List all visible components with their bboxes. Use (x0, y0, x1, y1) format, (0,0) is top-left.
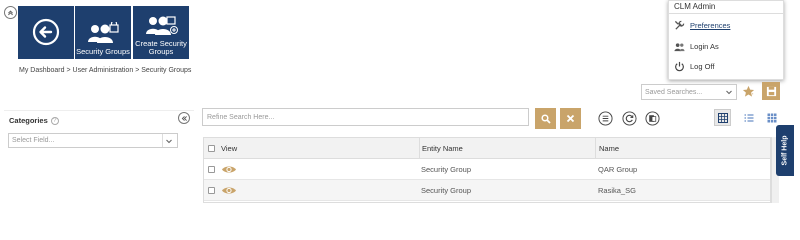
back-arrow-icon (32, 18, 60, 45)
tile-view-icon (767, 113, 776, 122)
export-button[interactable] (645, 111, 660, 126)
select-separator (162, 134, 163, 147)
collapse-up-icon[interactable] (4, 6, 17, 19)
cell-name: Rasika_SG (598, 185, 636, 195)
security-groups-tile-label: Security Groups (76, 47, 130, 56)
refine-search-input[interactable]: Refine Search Here... (202, 108, 529, 126)
save-search-button[interactable] (762, 82, 780, 100)
panel-divider (4, 110, 194, 111)
breadcrumb-security-groups: Security Groups (141, 67, 192, 74)
chevron-down-icon (726, 90, 732, 95)
users-icon (674, 41, 685, 52)
column-header-view[interactable]: View (221, 138, 237, 158)
star-icon (742, 85, 755, 97)
category-select-placeholder: Select Field... (12, 137, 55, 144)
grid-view-icon (717, 112, 728, 123)
row-checkbox[interactable] (208, 159, 215, 179)
eye-icon[interactable] (221, 159, 237, 179)
select-all-checkbox[interactable] (208, 138, 215, 158)
group-lock-add-icon (146, 16, 178, 35)
category-field-select[interactable]: Select Field... (8, 133, 178, 148)
menu-item-preferences[interactable]: Preferences (674, 20, 730, 31)
create-security-groups-tile[interactable]: Create Security Groups (133, 6, 189, 59)
refresh-circle-icon (622, 111, 637, 126)
tile-view-button[interactable] (763, 109, 780, 126)
list-circle-icon (598, 111, 613, 126)
menu-item-login-as[interactable]: Login As (674, 41, 719, 52)
security-groups-table: View Entity Name Name Security Group QAR… (203, 137, 771, 203)
categories-title: Categories (9, 116, 48, 125)
breadcrumb: My Dashboard > User Administration > Sec… (19, 67, 191, 74)
chevron-down-icon (166, 139, 172, 144)
menu-item-label: Preferences (690, 21, 731, 30)
table-header-row: View Entity Name Name (204, 138, 770, 159)
group-lock-icon (88, 22, 119, 43)
eye-icon[interactable] (221, 180, 237, 200)
tools-icon (674, 20, 685, 31)
list-view-icon (744, 113, 753, 122)
cell-entity-name: Security Group (421, 164, 472, 174)
menu-item-log-off[interactable]: Log Off (674, 61, 714, 72)
save-icon (766, 86, 776, 96)
menu-item-label: Login As (690, 42, 719, 51)
self-help-label: Self Help (781, 135, 789, 166)
clear-search-button[interactable] (560, 108, 581, 129)
column-header-entity-name[interactable]: Entity Name (419, 138, 463, 158)
self-help-tab[interactable]: Self Help (776, 125, 794, 176)
collapse-left-icon[interactable] (178, 112, 190, 124)
favorite-search-button[interactable] (741, 84, 756, 99)
help-icon[interactable]: ? (50, 116, 59, 125)
table-row[interactable]: Security Group QAR Group (204, 159, 770, 180)
cell-entity-name: Security Group (421, 185, 472, 195)
grid-view-button[interactable] (714, 109, 731, 126)
admin-menu-title[interactable]: CLM Admin (674, 2, 715, 11)
admin-menu: CLM Admin Preferences Login As Log Off (668, 0, 784, 80)
create-security-groups-tile-label: Create Security Groups (135, 39, 187, 56)
breadcrumb-user-administration[interactable]: User Administration (73, 67, 134, 74)
security-groups-tile[interactable]: Security Groups (75, 6, 131, 59)
breadcrumb-separator: > (66, 67, 71, 74)
search-button[interactable] (535, 108, 556, 129)
breadcrumb-dashboard[interactable]: My Dashboard (19, 67, 65, 74)
refine-search-placeholder: Refine Search Here... (207, 113, 275, 121)
clear-icon (566, 114, 575, 123)
table-row[interactable]: Security Group Rasika_SG (204, 180, 770, 201)
column-header-name[interactable]: Name (595, 138, 619, 158)
list-view-button[interactable] (740, 109, 757, 126)
search-icon (540, 113, 551, 124)
cell-name: QAR Group (598, 164, 638, 174)
list-options-button[interactable] (598, 111, 613, 126)
row-checkbox[interactable] (208, 180, 215, 200)
saved-searches-placeholder: Saved Searches... (645, 88, 703, 96)
menu-item-label: Log Off (690, 62, 715, 71)
breadcrumb-separator: > (135, 67, 140, 74)
saved-searches-select[interactable]: Saved Searches... (641, 84, 737, 100)
back-tile-button[interactable] (18, 6, 74, 59)
categories-label: Categories ? (9, 116, 59, 125)
admin-menu-divider (669, 13, 783, 14)
refresh-button[interactable] (622, 111, 637, 126)
export-icon (645, 111, 660, 126)
power-icon (674, 61, 685, 72)
